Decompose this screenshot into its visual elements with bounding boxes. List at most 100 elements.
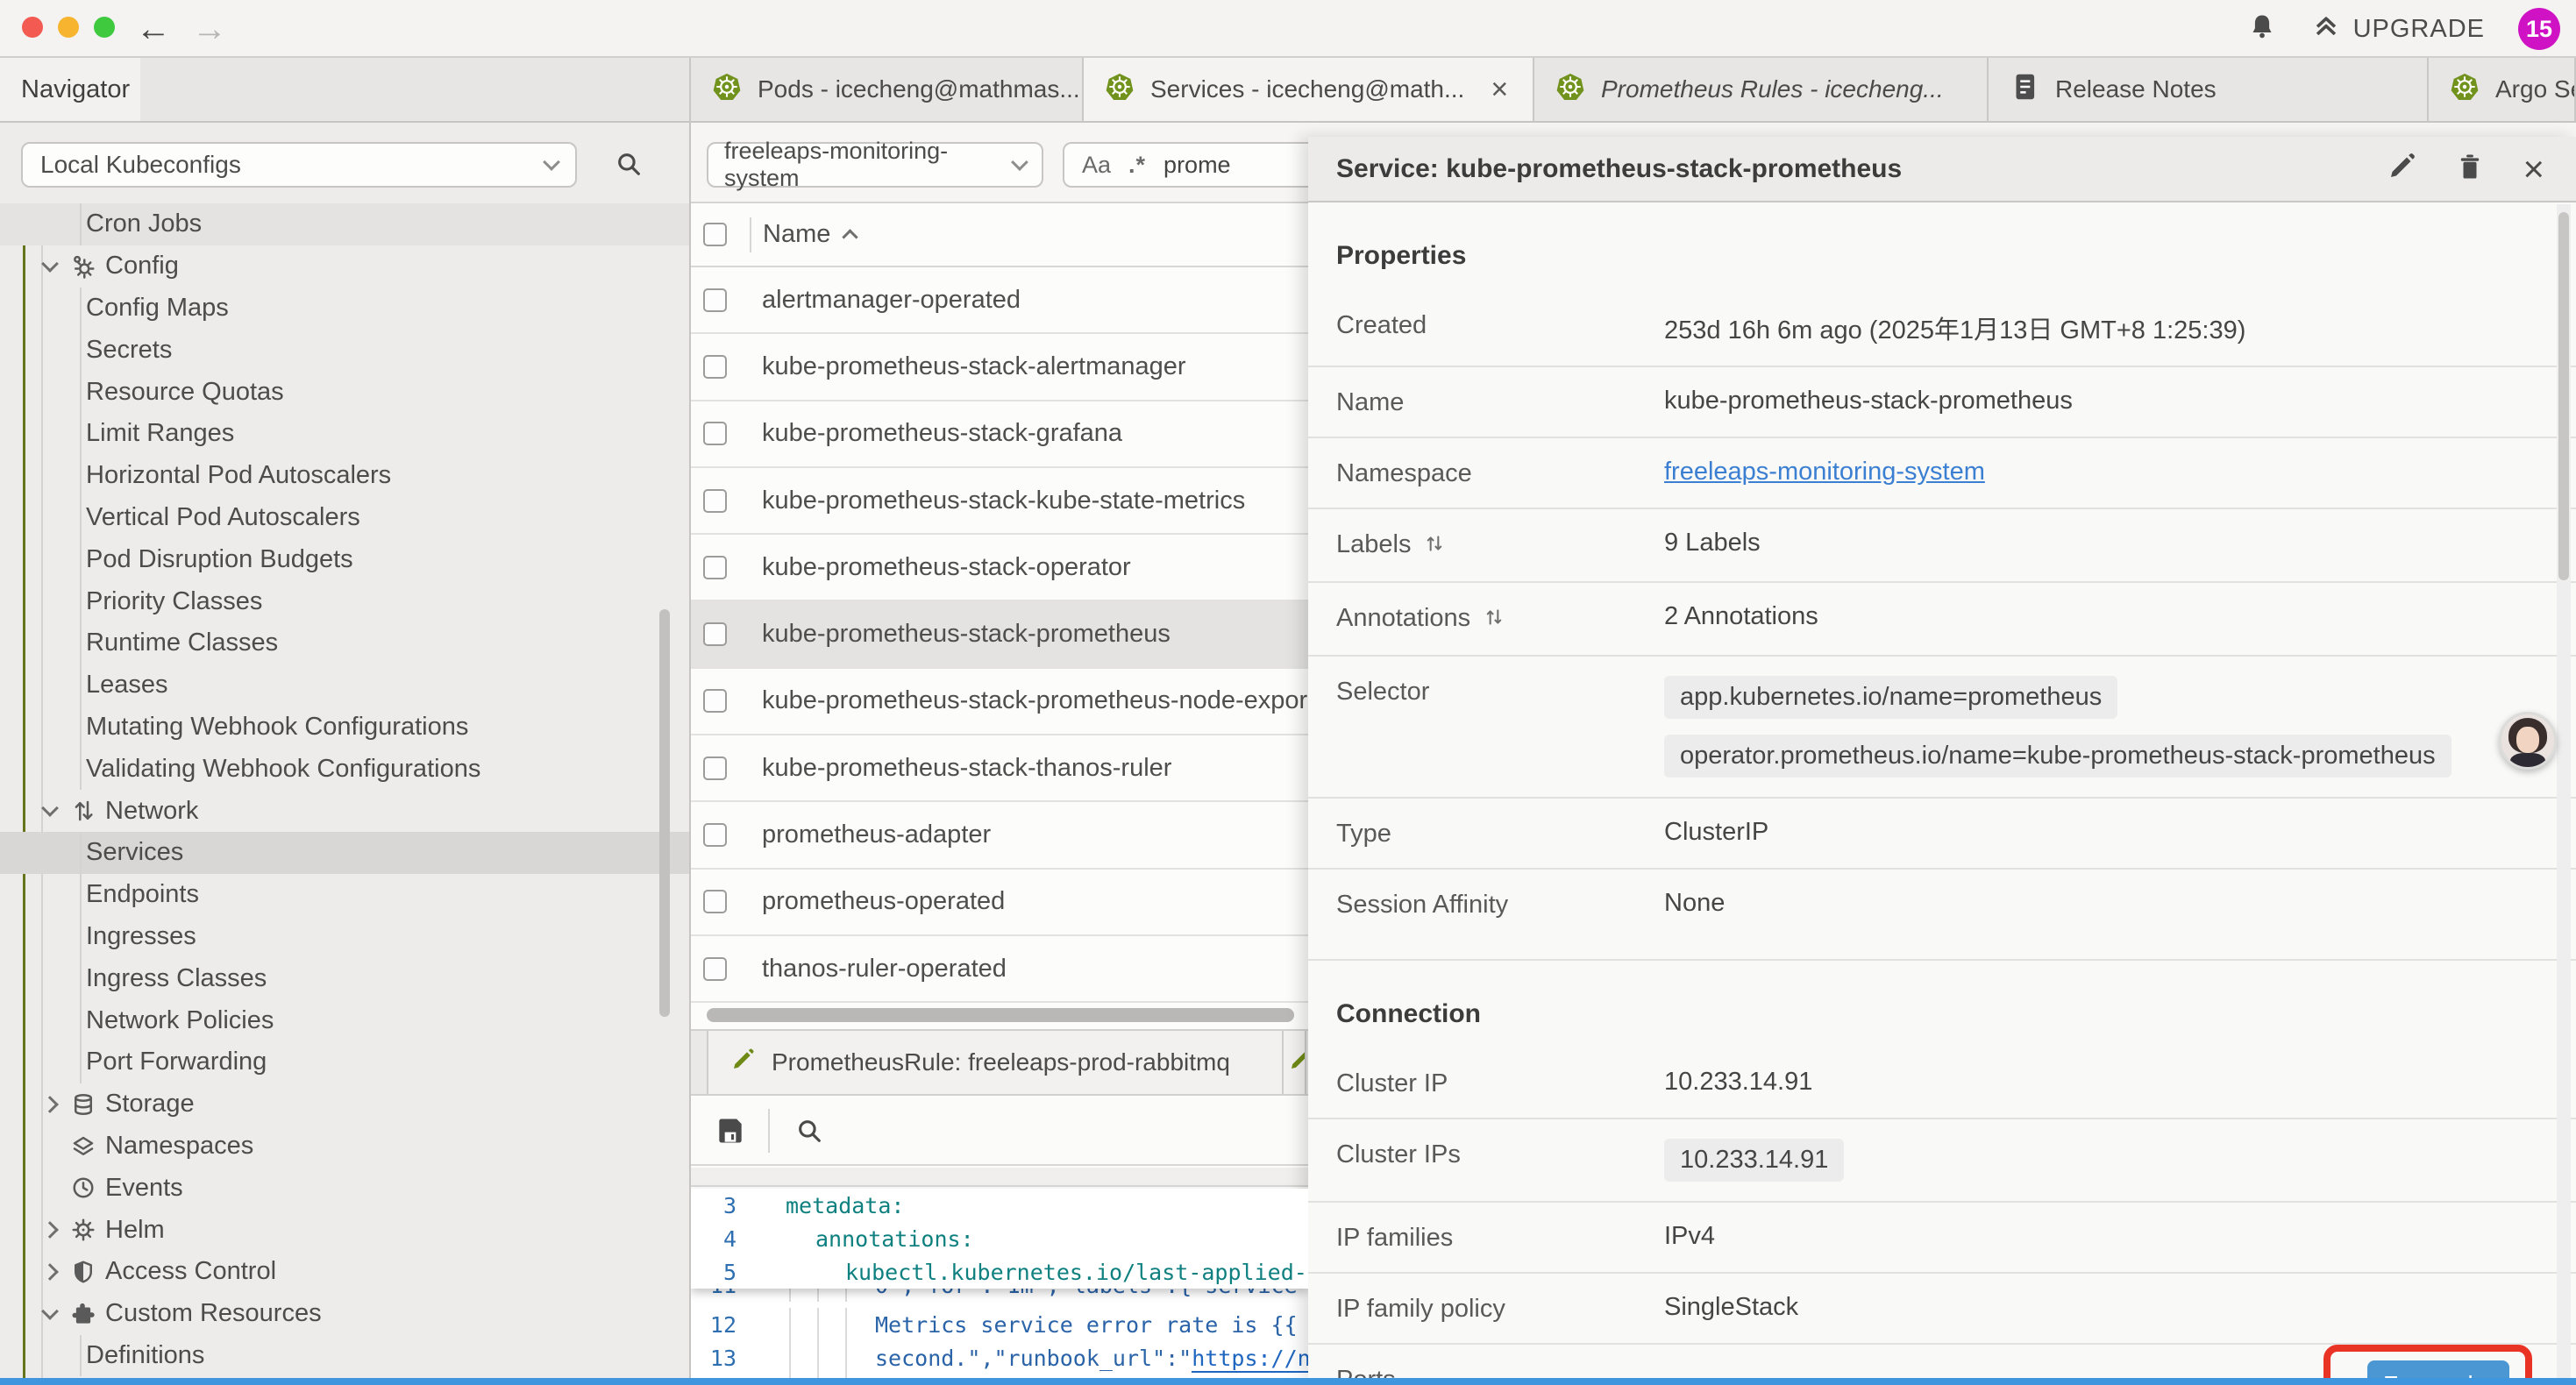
- sidebar-item-horizontal-pod-autoscalers[interactable]: Horizontal Pod Autoscalers: [0, 455, 689, 497]
- table-row[interactable]: kube-prometheus-stack-prometheus: [691, 601, 1308, 668]
- save-button[interactable]: [710, 1111, 751, 1151]
- delete-resource-button[interactable]: [2454, 151, 2486, 187]
- app-tab-0[interactable]: Pods - icecheng@mathmas...: [691, 58, 1084, 121]
- yaml-editor[interactable]: 3 metadata:4 annotations:5 kubectl.kuber…: [691, 1189, 1308, 1378]
- sidebar-item-leases[interactable]: Leases: [0, 664, 689, 707]
- sidebar-item-definitions[interactable]: Definitions: [0, 1335, 689, 1377]
- row-checkbox[interactable]: [703, 288, 727, 312]
- back-button[interactable]: ←: [133, 9, 174, 49]
- close-panel-button[interactable]: ×: [2523, 151, 2544, 188]
- code-line-3[interactable]: 3 metadata:: [691, 1189, 1308, 1222]
- row-checkbox[interactable]: [703, 823, 727, 847]
- service-name: kube-prometheus-stack-prometheus-node-ex…: [762, 686, 1307, 715]
- sidebar-item-namespaces[interactable]: Namespaces: [0, 1126, 689, 1168]
- code-line-4[interactable]: 4 annotations:: [691, 1222, 1308, 1255]
- app-tab-1[interactable]: Services - icecheng@math...×: [1084, 58, 1534, 121]
- notifications-bell-icon[interactable]: [2246, 11, 2278, 47]
- row-checkbox[interactable]: [703, 556, 727, 579]
- editor-tab-prometheusrule[interactable]: PrometheusRule: freeleaps-prod-rabbitmq: [707, 1031, 1284, 1094]
- sidebar-item-custom-resources[interactable]: Custom Resources: [0, 1293, 689, 1335]
- app-tab-4[interactable]: Argo Se: [2429, 58, 2576, 121]
- sidebar-item-vertical-pod-autoscalers[interactable]: Vertical Pod Autoscalers: [0, 497, 689, 539]
- upgrade-button[interactable]: UPGRADE: [2311, 11, 2485, 47]
- minimize-window-button[interactable]: [58, 17, 79, 38]
- user-avatar[interactable]: [2499, 712, 2557, 770]
- sidebar-item-ingress-classes[interactable]: Ingress Classes: [0, 957, 689, 999]
- kubeconfig-selector[interactable]: Local Kubeconfigs: [21, 142, 577, 188]
- row-checkbox[interactable]: [703, 689, 727, 713]
- forward-button[interactable]: →: [189, 9, 230, 49]
- table-row[interactable]: prometheus-operated: [691, 870, 1308, 936]
- table-row[interactable]: kube-prometheus-stack-alertmanager: [691, 334, 1308, 401]
- sidebar-item-ingresses[interactable]: Ingresses: [0, 916, 689, 958]
- detail-row-ports: Ports 9090/TCP Forward... 8080:reloader-…: [1308, 1345, 2576, 1378]
- edit-resource-button[interactable]: [2386, 151, 2417, 187]
- table-row[interactable]: kube-prometheus-stack-grafana: [691, 401, 1308, 468]
- sidebar-item-config-maps[interactable]: Config Maps: [0, 288, 689, 330]
- sidebar-item-priority-classes[interactable]: Priority Classes: [0, 580, 689, 622]
- sidebar-search-icon[interactable]: [614, 149, 644, 183]
- sidebar-item-label: Namespaces: [0, 1132, 253, 1161]
- sidebar-item-config[interactable]: Config: [0, 245, 689, 288]
- sidebar-item-limit-ranges[interactable]: Limit Ranges: [0, 413, 689, 455]
- row-checkbox[interactable]: [703, 355, 727, 379]
- namespace-selector[interactable]: freeleaps-monitoring-system: [707, 142, 1043, 188]
- detail-value: SingleStack: [1664, 1293, 1798, 1322]
- editor-toolbar: [691, 1097, 1308, 1166]
- code-line-13[interactable]: 13 second.","runbook_url":"https://net: [691, 1341, 1308, 1374]
- code-segment: second.","runbook_url":": [875, 1346, 1192, 1371]
- table-search-input[interactable]: Aa .* prome: [1063, 142, 1308, 188]
- table-row[interactable]: alertmanager-operated: [691, 267, 1308, 334]
- detail-row-annotations: Annotations 2 Annotations: [1308, 583, 2576, 657]
- sort-toggle-icon[interactable]: [1423, 532, 1446, 562]
- sidebar-item-services[interactable]: Services: [0, 832, 689, 874]
- maximize-window-button[interactable]: [94, 17, 115, 38]
- row-checkbox[interactable]: [703, 957, 727, 981]
- sidebar-item-endpoints[interactable]: Endpoints: [0, 874, 689, 916]
- code-line-5[interactable]: 5 kubectl.kubernetes.io/last-applied-co: [691, 1255, 1308, 1289]
- sidebar-scrollbar[interactable]: [659, 609, 670, 1017]
- sidebar-item-network[interactable]: Network: [0, 790, 689, 832]
- row-checkbox[interactable]: [703, 890, 727, 913]
- editor-search-button[interactable]: [789, 1111, 829, 1151]
- row-checkbox[interactable]: [703, 756, 727, 780]
- sidebar-item-network-policies[interactable]: Network Policies: [0, 999, 689, 1041]
- sidebar-item-pod-disruption-budgets[interactable]: Pod Disruption Budgets: [0, 538, 689, 580]
- notification-count-badge[interactable]: 15: [2518, 8, 2560, 50]
- close-window-button[interactable]: [22, 17, 43, 38]
- match-case-toggle[interactable]: Aa: [1082, 152, 1111, 179]
- sidebar-item-port-forwarding[interactable]: Port Forwarding: [0, 1041, 689, 1083]
- app-tab-3[interactable]: Release Notes: [1989, 58, 2429, 121]
- sidebar-item-secrets[interactable]: Secrets: [0, 329, 689, 371]
- editor-tab-clipped[interactable]: [1284, 1031, 1306, 1094]
- table-row[interactable]: prometheus-adapter: [691, 802, 1308, 869]
- table-row[interactable]: kube-prometheus-stack-kube-state-metrics: [691, 468, 1308, 535]
- code-line-11[interactable]: 11 0","for":"1m","labels":{"service":": [691, 1289, 1308, 1308]
- row-checkbox[interactable]: [703, 422, 727, 445]
- row-checkbox[interactable]: [703, 622, 727, 646]
- table-row[interactable]: thanos-ruler-operated: [691, 936, 1308, 1003]
- sidebar-item-runtime-classes[interactable]: Runtime Classes: [0, 622, 689, 664]
- row-checkbox[interactable]: [703, 489, 727, 513]
- sidebar-item-helm[interactable]: Helm: [0, 1209, 689, 1251]
- namespace-link[interactable]: freeleaps-monitoring-system: [1664, 458, 1985, 487]
- sidebar-item-cron-jobs[interactable]: Cron Jobs: [0, 203, 689, 245]
- table-row[interactable]: kube-prometheus-stack-prometheus-node-ex…: [691, 669, 1308, 735]
- panel-scrollbar[interactable]: [2558, 212, 2569, 580]
- sidebar-item-resource-quotas[interactable]: Resource Quotas: [0, 371, 689, 413]
- sort-toggle-icon[interactable]: [1483, 606, 1505, 636]
- sidebar-item-events[interactable]: Events: [0, 1167, 689, 1209]
- sidebar-item-access-control[interactable]: Access Control: [0, 1251, 689, 1293]
- select-all-checkbox[interactable]: [703, 223, 727, 246]
- table-horizontal-scrollbar[interactable]: [707, 1008, 1294, 1022]
- table-row[interactable]: kube-prometheus-stack-thanos-ruler: [691, 735, 1308, 802]
- sidebar-item-validating-webhook-configurations[interactable]: Validating Webhook Configurations: [0, 748, 689, 790]
- app-tab-2[interactable]: Prometheus Rules - icecheng...: [1534, 58, 1989, 121]
- sidebar-item-mutating-webhook-configurations[interactable]: Mutating Webhook Configurations: [0, 707, 689, 749]
- column-header-name[interactable]: Name: [750, 217, 856, 252]
- sidebar-item-storage[interactable]: Storage: [0, 1083, 689, 1126]
- code-line-12[interactable]: 12 Metrics service error rate is {{ $va: [691, 1308, 1308, 1341]
- regex-toggle[interactable]: .*: [1128, 152, 1146, 179]
- table-row[interactable]: kube-prometheus-stack-operator: [691, 535, 1308, 601]
- close-tab-icon[interactable]: ×: [1491, 75, 1508, 104]
